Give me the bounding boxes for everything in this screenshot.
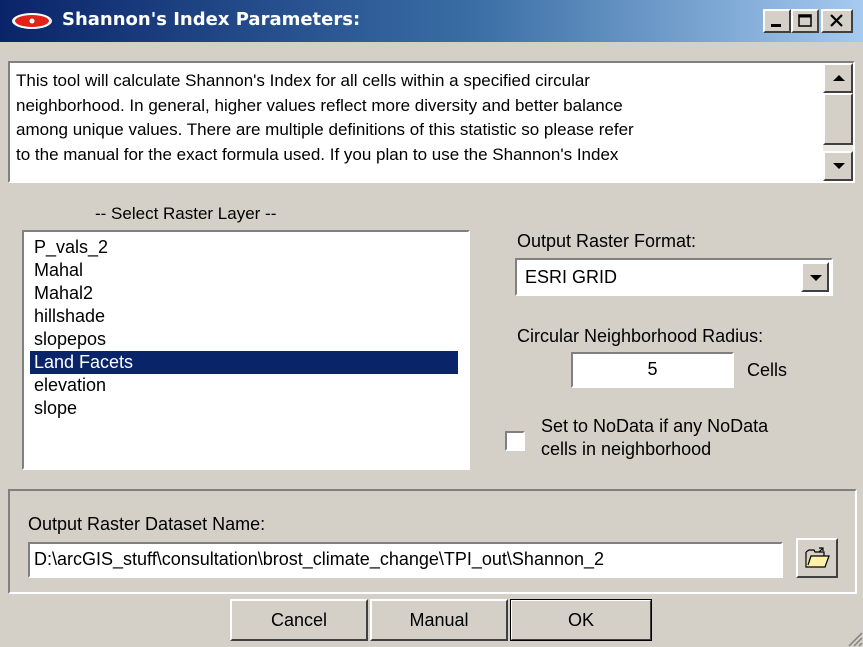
raster-list-label: -- Select Raster Layer -- — [95, 204, 277, 223]
raster-item-selected[interactable]: Land Facets — [30, 351, 458, 374]
arrow-down-icon — [833, 163, 845, 169]
maximize-button[interactable] — [791, 9, 819, 33]
ok-button[interactable]: OK — [510, 599, 652, 641]
raster-item[interactable]: P_vals_2 — [30, 236, 458, 259]
raster-item[interactable]: slopepos — [30, 328, 458, 351]
raster-item[interactable]: elevation — [30, 374, 458, 397]
scroll-up-button[interactable] — [823, 63, 853, 93]
scroll-down-button[interactable] — [823, 151, 853, 181]
close-button[interactable] — [821, 9, 853, 33]
manual-button[interactable]: Manual — [370, 599, 508, 641]
dropdown-button[interactable] — [801, 262, 829, 292]
output-format-value: ESRI GRID — [525, 267, 618, 287]
app-eye-icon — [12, 13, 52, 29]
output-dataset-input[interactable]: D:\arcGIS_stuff\consultation\brost_clima… — [28, 542, 783, 578]
cancel-button[interactable]: Cancel — [230, 599, 368, 641]
output-format-label: Output Raster Format: — [517, 231, 697, 251]
nodata-checkbox[interactable] — [505, 431, 525, 451]
close-icon — [830, 14, 843, 27]
output-dataset-label: Output Raster Dataset Name: — [28, 514, 266, 534]
scroll-thumb[interactable] — [823, 93, 853, 145]
arrow-up-icon — [833, 75, 845, 81]
raster-item[interactable]: Mahal — [30, 259, 458, 282]
raster-item[interactable]: hillshade — [30, 305, 458, 328]
minimize-icon — [771, 24, 781, 27]
description-box[interactable]: This tool will calculate Shannon's Index… — [8, 61, 855, 183]
minimize-button[interactable] — [763, 9, 791, 33]
raster-item[interactable]: slope — [30, 397, 458, 420]
browse-button[interactable] — [796, 538, 838, 578]
raster-layer-list[interactable]: P_vals_2 Mahal Mahal2 hillshade slopepos… — [22, 230, 470, 470]
radius-unit-label: Cells — [747, 360, 788, 380]
resize-grip-icon[interactable] — [845, 629, 863, 647]
radius-label: Circular Neighborhood Radius: — [517, 326, 764, 346]
window-title: Shannon's Index Parameters: — [62, 9, 361, 30]
description-text: This tool will calculate Shannon's Index… — [16, 71, 634, 164]
chevron-down-icon — [810, 275, 822, 281]
open-folder-icon — [805, 547, 830, 568]
description-scrollbar[interactable] — [823, 63, 853, 181]
radius-input[interactable]: 5 — [571, 352, 734, 388]
raster-item[interactable]: Mahal2 — [30, 282, 458, 305]
title-bar[interactable]: Shannon's Index Parameters: — [0, 0, 863, 42]
maximize-icon — [798, 14, 812, 27]
nodata-checkbox-label: Set to NoData if any NoData cells in nei… — [541, 416, 769, 459]
output-format-select[interactable]: ESRI GRID — [515, 258, 833, 296]
